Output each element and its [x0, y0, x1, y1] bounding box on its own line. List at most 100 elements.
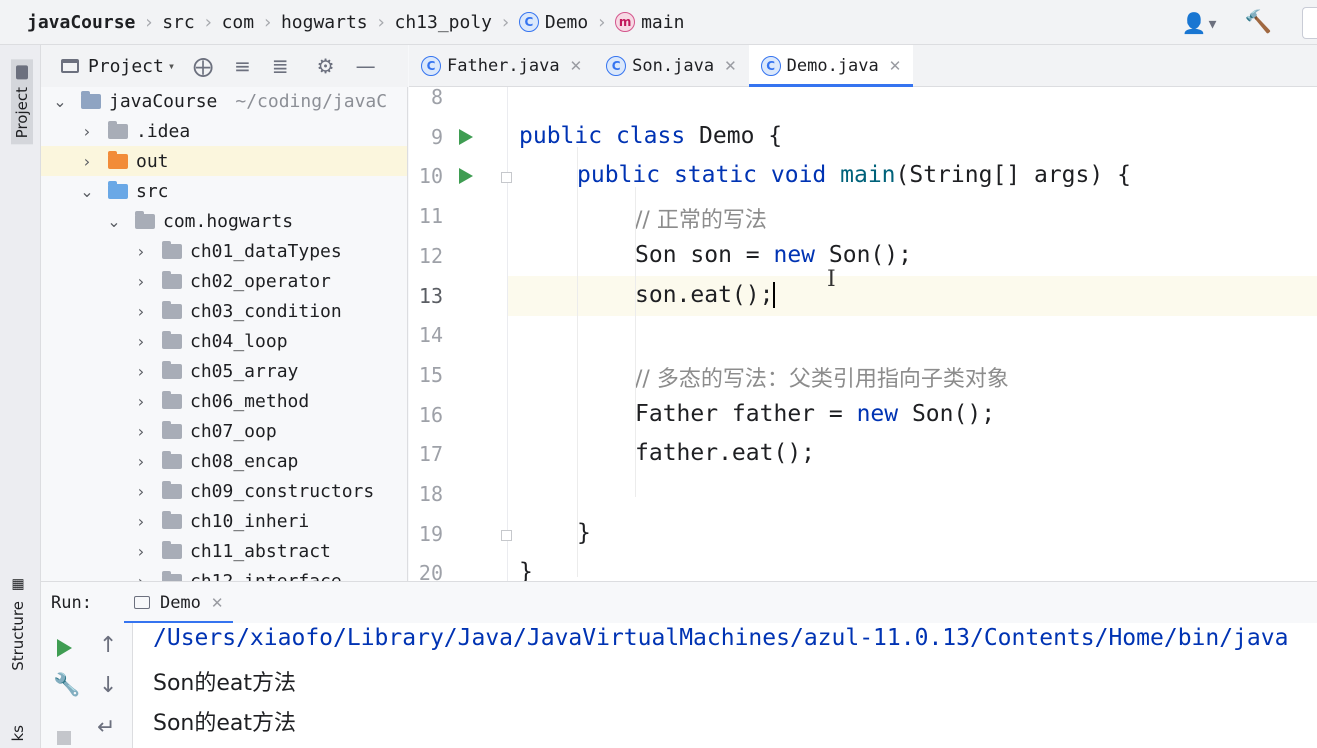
code-line: father.eat();	[635, 440, 815, 466]
tree-item[interactable]: › ch06_method	[41, 386, 407, 416]
editor-tab[interactable]: C Demo.java ✕	[748, 45, 914, 87]
chevron-right-icon[interactable]: ›	[134, 272, 148, 291]
editor-tab-bar: C Father.java ✕ C Son.java ✕ C Demo.java ✕	[409, 45, 1317, 87]
chevron-down-icon[interactable]: ⌄	[107, 212, 121, 231]
run-gutter-icon[interactable]	[459, 168, 473, 185]
chevron-right-icon[interactable]: ›	[134, 542, 148, 561]
console-output[interactable]: /Users/xiaofo/Library/Java/JavaVirtualMa…	[133, 623, 1317, 748]
fold-marker-icon[interactable]	[501, 172, 512, 184]
line-number: 15	[418, 362, 443, 387]
tree-item[interactable]: › ch12_interface	[41, 566, 407, 582]
tree-item-label: ch03_condition	[190, 300, 342, 322]
fold-marker-icon[interactable]	[501, 529, 512, 541]
tree-item[interactable]: › .idea	[41, 116, 407, 146]
close-icon[interactable]: ✕	[570, 57, 583, 75]
breadcrumb-item[interactable]: hogwarts	[281, 12, 368, 33]
structure-tool-tab[interactable]: Structure ▦	[9, 577, 27, 671]
breadcrumb-class[interactable]: C Demo	[518, 12, 588, 33]
structure-tool-label: Structure	[9, 601, 27, 671]
code-token: static	[673, 162, 771, 189]
chevron-right-icon[interactable]: ›	[80, 152, 94, 171]
chevron-right-icon[interactable]: ›	[134, 392, 148, 411]
close-icon[interactable]: ✕	[889, 57, 902, 75]
chevron-right-icon[interactable]: ›	[134, 572, 148, 582]
tree-item[interactable]: › ch08_encap	[41, 446, 407, 476]
project-tree[interactable]: ⌄ javaCourse ~/coding/javaC › .idea › out ⌄ src ⌄…	[41, 87, 408, 581]
gear-icon[interactable]: ⚙	[317, 54, 335, 78]
rerun-play-icon[interactable]	[57, 639, 72, 657]
current-line-highlight	[409, 275, 1317, 316]
run-gutter-icon[interactable]	[459, 128, 473, 145]
chevron-right-icon[interactable]: ›	[134, 242, 148, 261]
chevron-right-icon[interactable]: ›	[134, 422, 148, 441]
chevron-right-icon[interactable]: ›	[134, 302, 148, 321]
soft-wrap-icon[interactable]: ↵	[97, 715, 115, 740]
chevron-right-icon[interactable]: ›	[134, 452, 148, 471]
chevron-right-icon[interactable]: ›	[134, 482, 148, 501]
collapse-all-icon[interactable]: ≣	[272, 54, 289, 78]
breadcrumb-method[interactable]: m main	[615, 12, 684, 33]
breadcrumb-item[interactable]: ch13_poly	[394, 12, 492, 33]
console-line: /Users/xiaofo/Library/Java/JavaVirtualMa…	[153, 625, 1289, 651]
breadcrumb-item[interactable]: com	[222, 12, 255, 33]
run-tab-label: Demo	[159, 592, 201, 613]
tree-item[interactable]: › ch07_oop	[41, 416, 407, 446]
tree-item-label: ch09_constructors	[190, 480, 375, 502]
tree-item[interactable]: › ch03_condition	[41, 296, 407, 326]
tree-item[interactable]: › ch04_loop	[41, 326, 407, 356]
editor-tab[interactable]: C Son.java ✕	[594, 45, 748, 86]
tree-item[interactable]: ⌄ src	[41, 176, 407, 206]
breadcrumb-item[interactable]: src	[162, 12, 195, 33]
code-editor[interactable]: 8 9 10 11 12 13 14 15 16 17 18 19 20 I public class …	[409, 87, 1317, 581]
line-number: 10	[418, 164, 443, 189]
minimize-icon[interactable]: —	[356, 54, 376, 78]
tree-item-label: out	[136, 150, 169, 172]
tree-item[interactable]: › out	[41, 146, 407, 176]
tree-item[interactable]: › ch01_dataTypes	[41, 236, 407, 266]
project-panel-title: Project	[88, 55, 164, 77]
tree-item-label: ch10_inheri	[190, 510, 310, 532]
line-number: 9	[430, 124, 443, 149]
chevron-right-icon[interactable]: ›	[80, 122, 94, 141]
close-icon[interactable]: ✕	[211, 594, 224, 612]
tree-item-label: ch11_abstract	[190, 540, 331, 562]
arrow-down-icon[interactable]: ↓	[99, 673, 117, 698]
close-icon[interactable]: ✕	[724, 57, 737, 75]
breadcrumb-item[interactable]: javaCourse	[27, 12, 135, 33]
chevron-down-icon[interactable]: ⌄	[80, 182, 94, 201]
arrow-up-icon[interactable]: ↑	[99, 633, 117, 658]
tree-item[interactable]: ⌄ javaCourse ~/coding/javaC	[41, 87, 407, 116]
build-hammer-icon[interactable]: 🔨	[1245, 10, 1272, 35]
tree-item[interactable]: › ch10_inheri	[41, 506, 407, 536]
tree-item[interactable]: › ch02_operator	[41, 266, 407, 296]
run-config-selector[interactable]	[1302, 6, 1317, 39]
code-line: // 多态的写法：父类引用指向子类对象	[635, 361, 1009, 393]
chevron-down-icon: ▾	[167, 59, 176, 73]
run-tab-demo[interactable]: Demo ✕	[123, 582, 234, 624]
editor-tab[interactable]: C Father.java ✕	[409, 45, 594, 86]
user-icon[interactable]: 👤▾	[1182, 11, 1219, 35]
line-number: 19	[418, 521, 443, 546]
bookmarks-tool-tab[interactable]: ks	[9, 725, 27, 742]
crosshair-icon[interactable]: ⨁	[193, 54, 213, 78]
code-line: // 正常的写法	[635, 202, 767, 234]
project-view-selector[interactable]: Project ▾	[61, 56, 175, 77]
wrench-icon[interactable]: 🔧	[53, 673, 80, 698]
stop-icon[interactable]	[57, 731, 71, 745]
line-number: 14	[418, 323, 443, 348]
project-tool-tab[interactable]: Project	[11, 59, 33, 145]
tree-item[interactable]: › ch09_constructors	[41, 476, 407, 506]
tree-item[interactable]: › ch11_abstract	[41, 536, 407, 566]
chevron-right-icon[interactable]: ›	[134, 362, 148, 381]
tree-item[interactable]: ⌄ com.hogwarts	[41, 206, 407, 236]
chevron-right-icon[interactable]: ›	[134, 512, 148, 531]
breadcrumb-separator-icon: ›	[202, 11, 214, 33]
indent-guide	[577, 147, 578, 577]
chevron-down-icon[interactable]: ⌄	[53, 92, 67, 111]
code-line: }	[519, 559, 533, 581]
tree-item-label: .idea	[136, 120, 191, 142]
chevron-right-icon[interactable]: ›	[134, 332, 148, 351]
expand-all-icon[interactable]: ≡	[234, 54, 251, 78]
tree-item[interactable]: › ch05_array	[41, 356, 407, 386]
folder-icon	[135, 210, 155, 229]
